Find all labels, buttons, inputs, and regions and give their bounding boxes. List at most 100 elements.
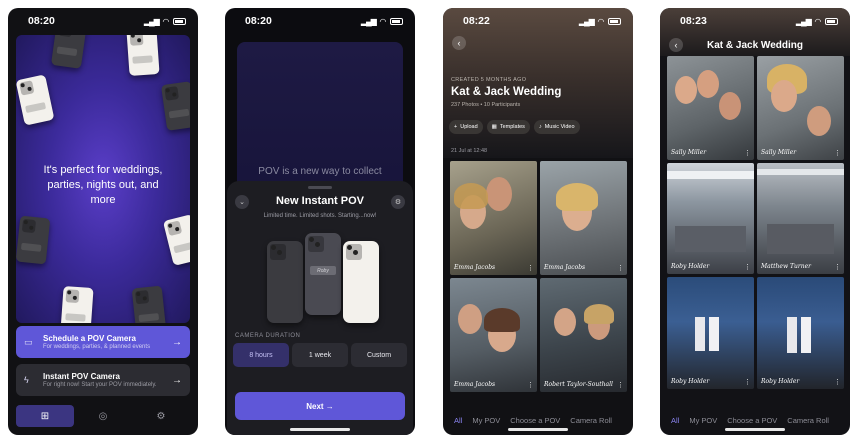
status-icons: ▂▄▆ ◠ <box>579 17 621 26</box>
tab-camera-icon[interactable]: ◎ <box>74 405 132 427</box>
arrow-right-icon: → <box>172 374 182 386</box>
templates-icon: ▦ <box>491 124 497 130</box>
camera-phone-graphic <box>126 35 160 76</box>
templates-button[interactable]: ▦ Templates <box>486 120 530 134</box>
camera-phone-graphic <box>160 81 190 131</box>
signal-icon: ▂▄▆ <box>578 16 595 26</box>
duration-option-1-week[interactable]: 1 week <box>292 343 348 367</box>
tab-choose-a-pov[interactable]: Choose a POV <box>727 416 777 425</box>
event-gallery-scrolled-screen: 08:23 ▂▄▆ ◠ ‹ Kat & Jack Wedding Sally M… <box>660 8 850 435</box>
photographer-name: Robert Taylor-Southall <box>544 381 613 388</box>
new-instant-pov-screen: 08:20 ▂▄▆ ◠ POV is a new way to collect … <box>225 8 415 435</box>
event-title: Kat & Jack Wedding <box>451 86 562 98</box>
onboarding-screen: 08:20 ▂▄▆ ◠ It's perfect for weddings, p… <box>8 8 198 435</box>
event-counts: 237 Photos • 10 Participants <box>451 102 521 108</box>
tab-bar: ⊞ ◎ ⚙ <box>16 405 190 427</box>
photo-tile[interactable]: Robert Taylor-Southall ⋮ <box>540 278 627 392</box>
photographer-name: Roby Holder <box>761 378 800 385</box>
duration-option-8-hours[interactable]: 8 hours <box>233 343 289 367</box>
home-indicator <box>508 428 568 431</box>
photo-tile[interactable]: Emma Jacobs ⋮ <box>540 161 627 275</box>
photo-tile[interactable]: Roby Holder ⋮ <box>757 277 844 389</box>
signal-icon: ▂▄▆ <box>360 16 377 26</box>
wifi-icon: ◠ <box>162 16 169 26</box>
option-subtitle: For weddings, parties, & planned events <box>43 344 151 350</box>
music-video-button[interactable]: ♪ Music Video <box>533 120 580 134</box>
photo-tile[interactable]: Sally Miller ⋮ <box>667 56 754 160</box>
option-title: Instant POV Camera <box>43 372 120 381</box>
status-time: 08:20 <box>28 15 55 27</box>
hero-banner: It's perfect for weddings, parties, nigh… <box>16 35 190 323</box>
photographer-name: Sally Miller <box>761 149 797 156</box>
camera-phone-graphic <box>16 215 51 265</box>
photo-tile[interactable]: Roby Holder ⋮ <box>667 163 754 274</box>
battery-icon <box>390 17 403 25</box>
duration-option-custom[interactable]: Custom <box>351 343 407 367</box>
event-gallery-screen: 08:22 ▂▄▆ ◠ ‹ CREATED 5 MONTHS AGO Kat &… <box>443 8 633 435</box>
status-bar: 08:22 ▂▄▆ ◠ <box>443 8 633 34</box>
gallery-filter-tabs: All My POV Choose a POV Camera Roll <box>660 416 850 425</box>
photo-date-header: 21 Jul at 12:48 <box>451 148 488 154</box>
back-chevron-icon[interactable]: ‹ <box>452 36 466 50</box>
photo-grid: Sally Miller ⋮ Sally Miller ⋮ Roby Holde… <box>667 56 844 389</box>
more-options-icon[interactable]: ⋮ <box>834 149 841 157</box>
status-bar: 08:20 ▂▄▆ ◠ <box>8 8 198 34</box>
tab-camera-roll[interactable]: Camera Roll <box>787 416 829 425</box>
photographer-name: Roby Holder <box>671 378 710 385</box>
battery-icon <box>173 17 186 25</box>
photo-tile[interactable]: Sally Miller ⋮ <box>757 56 844 160</box>
camera-phone-graphic <box>16 74 55 126</box>
photographer-name: Emma Jacobs <box>454 381 496 388</box>
more-options-icon[interactable]: ⋮ <box>834 378 841 386</box>
wifi-icon: ◠ <box>814 16 821 26</box>
home-indicator <box>725 428 785 431</box>
signal-icon: ▂▄▆ <box>143 16 160 26</box>
event-title: Kat & Jack Wedding <box>707 40 803 51</box>
more-options-icon[interactable]: ⋮ <box>617 381 624 389</box>
photo-tile[interactable]: Emma Jacobs ⋮ <box>450 161 537 275</box>
more-options-icon[interactable]: ⋮ <box>744 149 751 157</box>
photo-grid: Emma Jacobs ⋮ Emma Jacobs ⋮ Emma Jacobs … <box>450 161 627 392</box>
more-options-icon[interactable]: ⋮ <box>617 264 624 272</box>
schedule-pov-camera-button[interactable]: ▭ Schedule a POV Camera For weddings, pa… <box>16 326 190 358</box>
settings-icon[interactable]: ⚙ <box>391 195 405 209</box>
status-icons: ▂▄▆ ◠ <box>796 17 838 26</box>
more-options-icon[interactable]: ⋮ <box>744 378 751 386</box>
photo-tile[interactable]: Matthew Turner ⋮ <box>757 163 844 274</box>
tab-add-icon[interactable]: ⊞ <box>16 405 74 427</box>
photographer-name: Sally Miller <box>671 149 707 156</box>
more-options-icon[interactable]: ⋮ <box>744 263 751 271</box>
upload-button[interactable]: + Upload <box>449 120 483 134</box>
camera-phone-graphic: Roby <box>305 233 341 315</box>
event-actions: + Upload ▦ Templates ♪ Music Video <box>449 120 580 134</box>
more-options-icon[interactable]: ⋮ <box>527 264 534 272</box>
duration-options: 8 hours 1 week Custom <box>233 343 407 367</box>
next-button[interactable]: Next → <box>235 392 405 420</box>
status-bar: 08:20 ▂▄▆ ◠ <box>225 8 415 34</box>
sheet-title: New Instant POV <box>275 195 365 207</box>
camera-preview-graphic: Roby <box>227 233 413 323</box>
calendar-icon: ▭ <box>24 336 33 347</box>
tab-camera-roll[interactable]: Camera Roll <box>570 416 612 425</box>
phone-name-tag: Roby <box>310 266 336 275</box>
camera-phone-graphic <box>162 214 190 266</box>
instant-pov-camera-button[interactable]: ϟ Instant POV Camera For right now! Star… <box>16 364 190 396</box>
more-options-icon[interactable]: ⋮ <box>527 381 534 389</box>
photo-tile[interactable]: Emma Jacobs ⋮ <box>450 278 537 392</box>
tab-all[interactable]: All <box>671 416 679 425</box>
photo-tile[interactable]: Roby Holder ⋮ <box>667 277 754 389</box>
background-text: POV is a new way to collect <box>258 166 382 177</box>
more-options-icon[interactable]: ⋮ <box>834 263 841 271</box>
tab-choose-a-pov[interactable]: Choose a POV <box>510 416 560 425</box>
status-icons: ▂▄▆ ◠ <box>361 17 403 26</box>
tab-settings-gear-icon[interactable]: ⚙ <box>132 405 190 427</box>
option-title: Schedule a POV Camera <box>43 334 136 343</box>
tab-all[interactable]: All <box>454 416 462 425</box>
tab-my-pov[interactable]: My POV <box>689 416 717 425</box>
back-chevron-icon[interactable]: ‹ <box>669 38 683 52</box>
event-created-meta: CREATED 5 MONTHS AGO <box>451 77 527 83</box>
duration-label: CAMERA DURATION <box>235 333 301 339</box>
plus-icon: + <box>454 124 458 130</box>
tab-my-pov[interactable]: My POV <box>472 416 500 425</box>
sheet-handle[interactable] <box>308 186 332 189</box>
